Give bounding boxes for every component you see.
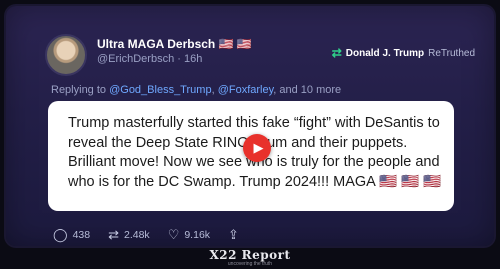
comment-icon: ◯ [53,227,68,242]
reply-count: 438 [72,229,91,241]
share-button[interactable]: ⇪ [228,227,239,243]
report-tagline: uncovering the truth [227,260,273,267]
avatar[interactable] [45,34,87,76]
post-handle[interactable]: @ErichDerbsch · 16h [97,53,202,65]
reply-prefix: Replying to [51,84,110,96]
reply-line: Replying to @God_Bless_Trump, @Foxfarley… [51,84,341,96]
handle[interactable]: @ErichDerbsch [97,53,174,65]
action-bar: ◯ 438 ⇄ 2.48k ♡ 9.16k ⇪ [53,227,239,243]
heart-icon: ♡ [167,227,180,242]
mention-link[interactable]: @Foxfarley [218,84,274,96]
like-count: 9.16k [184,229,211,241]
retruth-indicator: ⇄ Donald J. Trump ReTruthed [332,46,475,60]
footer: X22 Report uncovering the truth [0,246,500,269]
video-play-button[interactable]: ▶ [243,134,271,162]
retruth-icon: ⇄ [331,46,342,60]
time-separator: · [174,53,184,65]
play-icon: ▶ [253,140,264,155]
share-icon: ⇪ [228,227,239,242]
retruth-button[interactable]: ⇄ 2.48k [108,227,150,243]
retruth-user[interactable]: Donald J. Trump [346,48,424,59]
mention-link[interactable]: @God_Bless_Trump [109,84,211,96]
report-logo: X22 Report [209,247,291,262]
post-frame: Ultra MAGA Derbsch 🇺🇸 🇺🇸 @ErichDerbsch ·… [6,6,494,246]
like-button[interactable]: ♡ 9.16k [168,227,210,243]
post-time: 16h [183,53,203,65]
retruth-label: ReTruthed [428,47,475,59]
repost-icon: ⇄ [108,227,119,242]
reply-suffix[interactable]: , and 10 more [273,84,341,96]
reply-button[interactable]: ◯ 438 [53,227,90,243]
display-name[interactable]: Ultra MAGA Derbsch 🇺🇸 🇺🇸 [97,37,252,51]
retruth-count: 2.48k [124,229,150,241]
